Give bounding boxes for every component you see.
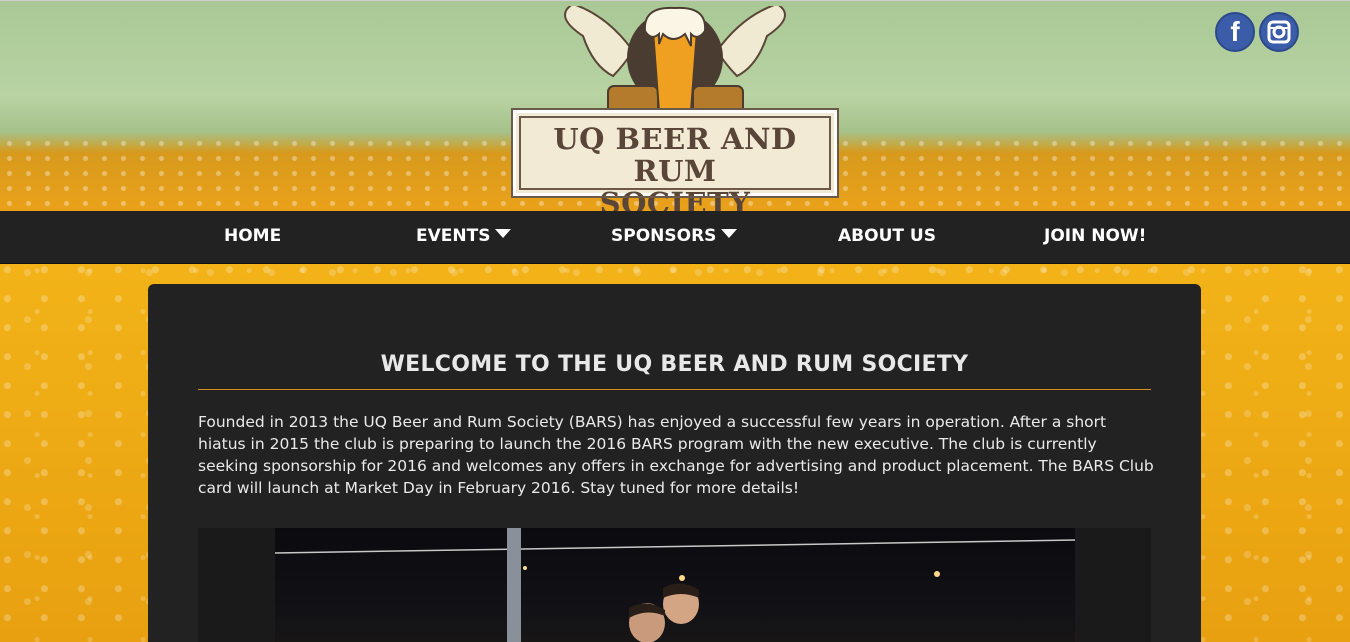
nav-item-sponsors[interactable]: SPONSORS (611, 211, 738, 264)
logo-plate: UQ BEER AND RUM SOCIETY (511, 108, 839, 219)
photo-scene (274, 528, 1076, 642)
nav-label-sponsors: SPONSORS (611, 226, 717, 246)
nav-item-about-us[interactable]: ABOUT US (838, 211, 936, 264)
welcome-panel: WELCOME TO THE UQ BEER AND RUM SOCIETY F… (148, 284, 1201, 642)
instagram-icon[interactable] (1259, 12, 1299, 52)
instagram-glyph (1267, 20, 1291, 44)
beer-wings-emblem (564, 6, 786, 116)
nav-label-join-now: JOIN NOW! (1044, 226, 1147, 246)
facebook-glyph: f (1230, 16, 1240, 47)
main-navbar: HOME EVENTS SPONSORS ABOUT US JOIN NOW! (0, 211, 1350, 264)
caret-down-icon (495, 229, 512, 238)
page-title: WELCOME TO THE UQ BEER AND RUM SOCIETY (380, 352, 969, 377)
nav-label-home: HOME (224, 226, 282, 246)
caret-down-icon (721, 229, 738, 238)
title-divider (198, 389, 1151, 390)
facebook-icon[interactable]: f (1215, 12, 1255, 52)
site-logo[interactable]: UQ BEER AND RUM SOCIETY (511, 6, 839, 219)
nav-item-join-now[interactable]: JOIN NOW! (1044, 211, 1146, 264)
nav-item-home[interactable]: HOME (224, 211, 281, 264)
nav-item-events[interactable]: EVENTS (416, 211, 512, 264)
nav-label-about-us: ABOUT US (838, 226, 936, 246)
club-photo (198, 528, 1151, 642)
club-photo-image (274, 528, 1076, 642)
nav-label-events: EVENTS (416, 226, 491, 246)
welcome-text: Founded in 2013 the UQ Beer and Rum Soci… (198, 413, 1154, 497)
logo-text-line1: UQ BEER AND RUM (553, 122, 797, 188)
